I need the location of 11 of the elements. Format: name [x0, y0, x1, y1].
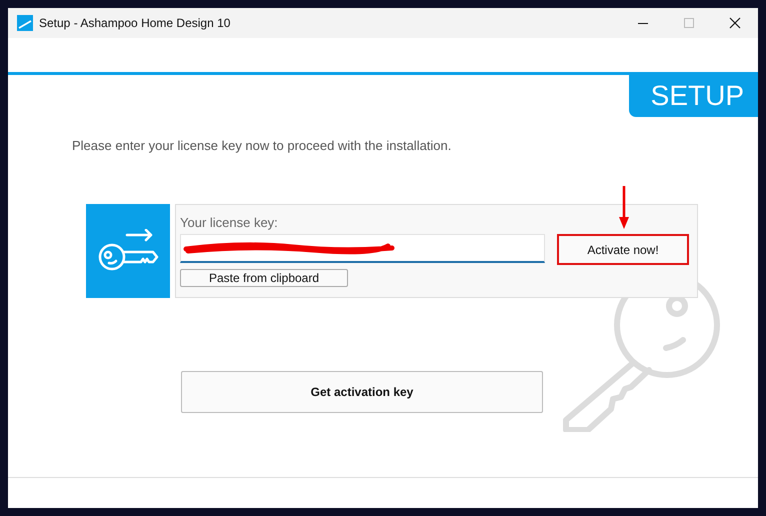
setup-banner: SETUP	[629, 75, 758, 117]
paste-button[interactable]: Paste from clipboard	[180, 269, 348, 287]
app-icon	[17, 15, 33, 31]
annotation-arrow	[618, 186, 630, 230]
activate-button[interactable]: Activate now!	[557, 234, 689, 265]
license-key-label: Your license key:	[180, 215, 279, 231]
window-title: Setup - Ashampoo Home Design 10	[39, 16, 230, 30]
instruction-text: Please enter your license key now to proceed with the installation.	[72, 137, 452, 155]
key-icon	[97, 229, 159, 273]
get-activation-key-button[interactable]: Get activation key	[181, 371, 543, 413]
license-key-field[interactable]	[180, 234, 545, 263]
